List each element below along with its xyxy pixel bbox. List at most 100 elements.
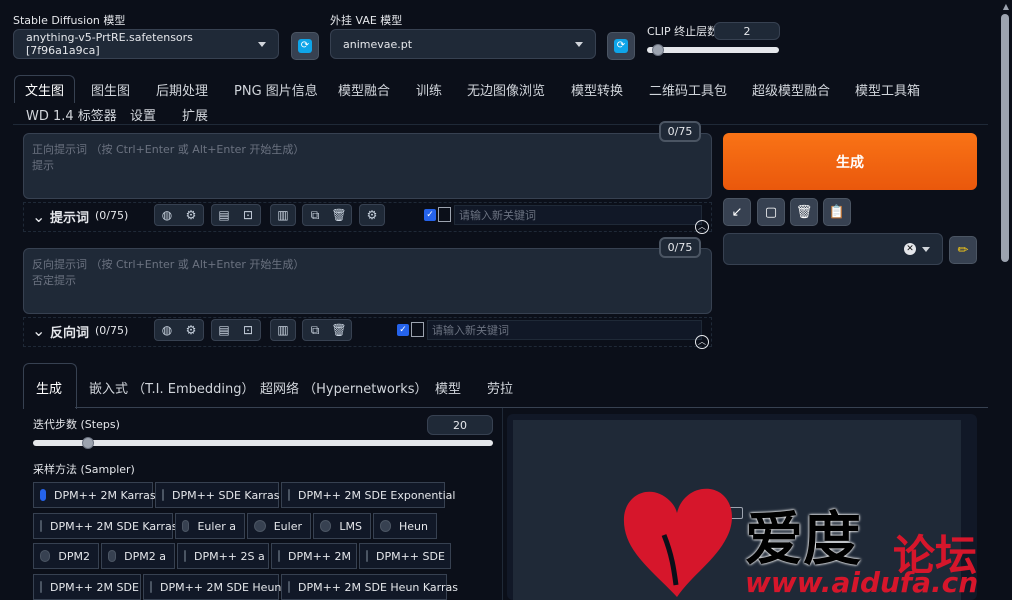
negative-tools-1: ◍ ⚙ xyxy=(154,319,204,341)
clip-slider-track[interactable] xyxy=(647,47,779,53)
sampler-option[interactable]: Euler xyxy=(247,513,311,539)
globe-icon[interactable]: ◍ xyxy=(155,320,179,340)
negative-tools-4: ⧉ 🗑 xyxy=(302,319,352,341)
prompt-tools-1: ◍ ⚙ xyxy=(154,204,204,226)
sampler-option[interactable]: Euler a xyxy=(175,513,245,539)
read-params-button[interactable]: ↙ xyxy=(723,198,751,226)
sampler-option[interactable]: DPM++ 2M SDE Heun xyxy=(143,574,281,600)
sampler-option[interactable]: DPM++ 2M SDE Karras xyxy=(33,513,178,539)
sampler-option-label: Euler xyxy=(273,519,302,533)
tab-png-info[interactable]: PNG 图片信息 xyxy=(234,80,318,99)
prompt-tools-2: ▤ ⊡ xyxy=(211,204,261,226)
heart-logo-icon xyxy=(623,488,732,597)
history-icon[interactable]: ▤ xyxy=(212,320,236,340)
prompt-textarea[interactable]: 正向提示词 （按 Ctrl+Enter 或 Alt+Enter 开始生成） 提示 xyxy=(23,133,712,199)
collapse-icon[interactable]: ⌄ xyxy=(32,207,45,226)
sampler-option-label: DPM++ SDE Karras xyxy=(172,488,280,502)
sampler-option[interactable]: DPM++ 2M SDE Heun Karras xyxy=(281,574,458,600)
negative-keyword-checkbox[interactable]: ✓ xyxy=(397,324,409,336)
vae-select-value: animevae.pt xyxy=(343,37,413,51)
tab-infinite-browser[interactable]: 无边图像浏览 xyxy=(467,80,545,99)
sampler-option-label: DPM++ 2S a xyxy=(194,549,265,563)
prompt-tools-4: ⧉ 🗑 xyxy=(302,204,352,226)
sampler-option[interactable]: DPM2 xyxy=(33,543,99,569)
clip-number-input[interactable]: 2 xyxy=(714,22,780,40)
tab-img2img[interactable]: 图生图 xyxy=(91,80,130,99)
sampler-option[interactable]: LMS xyxy=(313,513,371,539)
bookmark-icon[interactable]: ⊡ xyxy=(236,205,260,225)
sampler-option-label: DPM++ 2M xyxy=(288,549,352,563)
subtab-model[interactable]: 模型 xyxy=(435,378,461,397)
copy-icon[interactable]: ⧉ xyxy=(303,320,327,340)
sampler-option[interactable]: DPM++ 2M Karras xyxy=(33,482,156,508)
tab-extras[interactable]: 后期处理 xyxy=(156,80,208,99)
tab-extensions[interactable]: 扩展 xyxy=(182,105,208,124)
cursor-box-icon xyxy=(411,322,424,337)
tab-wd-tagger[interactable]: WD 1.4 标签器 xyxy=(26,105,117,124)
model-select[interactable]: anything-v5-PrtRE.safetensors [7f96a1a9c… xyxy=(13,29,279,59)
sampler-option[interactable]: Heun xyxy=(373,513,437,539)
tab-model-toolbox[interactable]: 模型工具箱 xyxy=(855,80,920,99)
translate-icon[interactable]: ▥ xyxy=(271,320,295,340)
tab-settings[interactable]: 设置 xyxy=(130,105,156,124)
vae-select[interactable]: animevae.pt xyxy=(330,29,596,59)
negative-token-counter: 0/75 xyxy=(659,237,701,258)
scrollbar-thumb[interactable] xyxy=(1001,14,1009,262)
translate-icon[interactable]: ▥ xyxy=(271,205,295,225)
radio-icon xyxy=(184,550,186,562)
radio-icon xyxy=(288,581,290,593)
sampler-option[interactable]: DPM++ SDE Karras xyxy=(155,482,280,508)
subtab-lora[interactable]: 劳拉 xyxy=(487,378,513,397)
subtab-embedding[interactable]: 嵌入式 （T.I. Embedding） xyxy=(89,378,255,397)
subtab-hypernetworks[interactable]: 超网络 （Hypernetworks） xyxy=(260,378,428,397)
expand-up-icon[interactable]: ︿ xyxy=(695,335,709,349)
clear-icon[interactable]: ✕ xyxy=(904,243,916,255)
edit-styles-button[interactable]: ✏ xyxy=(949,236,977,264)
negative-keyword-input[interactable]: 请输入新关键词 xyxy=(427,320,702,340)
sampler-option[interactable]: DPM++ SDE xyxy=(359,543,451,569)
refresh-model-button[interactable]: ⟳ xyxy=(291,32,319,60)
globe-icon[interactable]: ◍ xyxy=(155,205,179,225)
clip-slider-thumb[interactable] xyxy=(652,44,664,56)
subtab-generate[interactable]: 生成 xyxy=(36,378,62,397)
copy-icon[interactable]: ⧉ xyxy=(303,205,327,225)
negative-prompt-textarea[interactable]: 反向提示词 （按 Ctrl+Enter 或 Alt+Enter 开始生成） 否定… xyxy=(23,248,712,314)
tab-txt2img[interactable]: 文生图 xyxy=(14,75,76,103)
scroll-up-icon[interactable]: ▲ xyxy=(1003,2,1009,11)
sampler-option[interactable]: DPM++ 2S a xyxy=(177,543,269,569)
chevron-down-icon xyxy=(258,41,266,47)
sampler-option[interactable]: DPM2 a xyxy=(101,543,175,569)
prompt-keyword-checkbox[interactable]: ✓ xyxy=(424,209,436,221)
tab-train[interactable]: 训练 xyxy=(416,80,442,99)
tab-qr-toolkit[interactable]: 二维码工具包 xyxy=(649,80,727,99)
settings-icon[interactable]: ⚙ xyxy=(360,205,384,225)
radio-icon xyxy=(162,489,164,501)
tab-model-convert[interactable]: 模型转换 xyxy=(571,80,623,99)
prompt-keyword-input[interactable]: 请输入新关键词 xyxy=(454,205,702,225)
bookmark-icon[interactable]: ⊡ xyxy=(236,320,260,340)
gear-icon[interactable]: ⚙ xyxy=(179,320,203,340)
refresh-vae-button[interactable]: ⟳ xyxy=(607,32,635,60)
trash-icon[interactable]: 🗑 xyxy=(327,205,351,225)
styles-button[interactable]: 📋 xyxy=(823,198,851,226)
sampler-option[interactable]: DPM++ 2M xyxy=(271,543,357,569)
prompt-count: (0/75) xyxy=(95,209,129,222)
clear-button[interactable]: 🗑 xyxy=(790,198,818,226)
tab-merge[interactable]: 模型融合 xyxy=(338,80,390,99)
paste-button[interactable]: ▢ xyxy=(757,198,785,226)
generate-button[interactable]: 生成 xyxy=(723,133,977,190)
expand-up-icon[interactable]: ︿ xyxy=(695,220,709,234)
collapse-icon[interactable]: ⌄ xyxy=(32,321,45,340)
radio-icon xyxy=(182,520,190,532)
trash-icon[interactable]: 🗑 xyxy=(327,320,351,340)
negative-tools-3: ▥ xyxy=(270,319,296,341)
sampler-option[interactable]: DPM++ 2M SDE xyxy=(33,574,141,600)
sampler-option[interactable]: DPM++ 2M SDE Exponential xyxy=(281,482,455,508)
tab-super-merge[interactable]: 超级模型融合 xyxy=(752,80,830,99)
history-icon[interactable]: ▤ xyxy=(212,205,236,225)
refresh-icon: ⟳ xyxy=(298,39,312,53)
styles-select[interactable]: ✕ xyxy=(723,233,943,265)
sampler-option-label: Euler a xyxy=(197,519,236,533)
gear-icon[interactable]: ⚙ xyxy=(179,205,203,225)
prompt-title: 提示词 xyxy=(50,211,90,226)
